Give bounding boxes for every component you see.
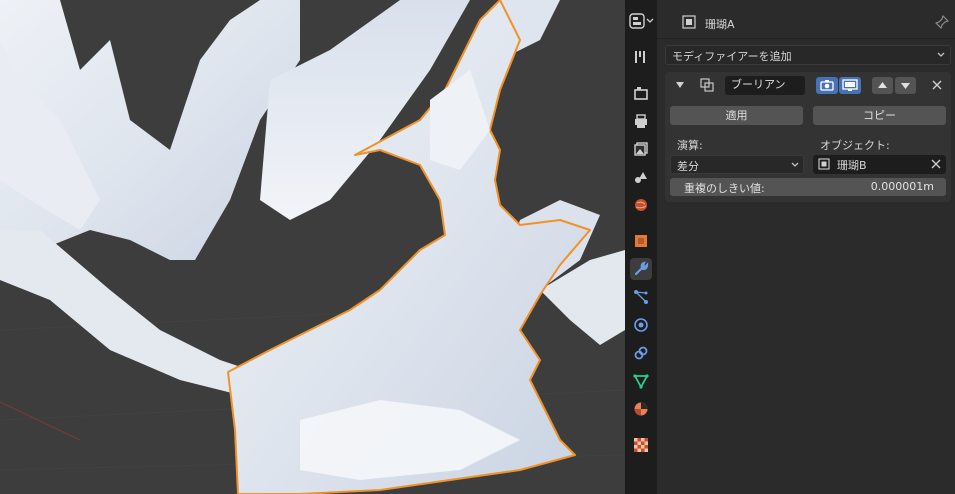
world-tab-icon	[635, 199, 647, 211]
view-layer-tab[interactable]	[630, 138, 652, 160]
threshold-label: 重複のしきい値:	[684, 182, 765, 195]
tool-tab[interactable]	[630, 46, 652, 68]
add-modifier-dropdown[interactable]: モディファイアーを追加	[665, 45, 951, 65]
modifier-tab[interactable]	[630, 258, 652, 280]
move-down-button[interactable]	[895, 77, 916, 94]
object-tab-icon	[635, 235, 647, 247]
physics-tab[interactable]	[630, 314, 652, 336]
boolean-modifier-icon	[700, 78, 714, 95]
data-tab-icon	[633, 374, 649, 389]
move-up-button[interactable]	[872, 77, 893, 94]
close-icon[interactable]	[931, 79, 943, 94]
constraints-tab-icon	[634, 346, 648, 360]
add-modifier-label: モディファイアーを追加	[672, 50, 792, 63]
chevron-down-icon	[790, 160, 800, 173]
camera-icon	[820, 80, 834, 91]
object-tab[interactable]	[630, 230, 652, 252]
modifier-tab-icon	[634, 261, 649, 276]
viewport-scene	[0, 0, 625, 494]
modifier-name-input[interactable]: ブーリアン	[725, 76, 805, 95]
arrow-down-icon	[901, 83, 910, 89]
physics-tab-icon	[634, 318, 648, 332]
monitor-icon	[842, 79, 858, 91]
particles-tab-icon	[634, 290, 648, 304]
apply-button[interactable]: 適用	[670, 106, 803, 125]
properties-panel: 珊瑚A モディファイアーを追加 ブーリアン 適用 コピー 演算: オブジェクト:…	[657, 0, 955, 494]
scene-tab[interactable]	[630, 166, 652, 188]
data-tab[interactable]	[630, 370, 652, 392]
output-tab[interactable]	[630, 110, 652, 132]
world-tab[interactable]	[630, 194, 652, 216]
object-icon	[682, 15, 696, 32]
scene-tab-icon	[635, 172, 647, 183]
chevron-down-icon	[936, 50, 946, 63]
texture-tab-icon	[634, 438, 648, 452]
operation-label: 演算:	[677, 139, 703, 152]
threshold-value: 0.000001m	[870, 180, 934, 193]
modifier-name-text: ブーリアン	[731, 78, 786, 91]
object-value: 珊瑚B	[837, 159, 867, 172]
view-layer-tab-icon	[634, 142, 648, 156]
operation-value: 差分	[677, 160, 699, 173]
collapse-arrow-icon[interactable]	[675, 80, 685, 93]
editor-type-icon	[629, 13, 654, 29]
pin-icon[interactable]	[934, 14, 950, 32]
material-tab[interactable]	[630, 398, 652, 420]
boolean-modifier-panel: ブーリアン 適用 コピー 演算: オブジェクト: 差分 珊瑚B 重複のしきい値:…	[665, 72, 951, 202]
output-tab-icon	[635, 114, 647, 128]
clear-icon[interactable]	[931, 159, 941, 172]
particles-tab[interactable]	[630, 286, 652, 308]
object-label: オブジェクト:	[820, 139, 890, 152]
constraints-tab[interactable]	[630, 342, 652, 364]
3d-viewport[interactable]	[0, 0, 625, 494]
arrow-up-icon	[878, 82, 887, 88]
texture-tab[interactable]	[630, 434, 652, 456]
editor-type-button[interactable]	[628, 10, 656, 32]
panel-header: 珊瑚A	[657, 10, 955, 36]
render-tab-icon	[634, 87, 648, 100]
properties-tabs	[625, 0, 657, 494]
overlap-threshold-field[interactable]: 重複のしきい値: 0.000001m	[670, 178, 946, 196]
render-tab[interactable]	[630, 82, 652, 104]
object-field[interactable]: 珊瑚B	[813, 155, 946, 174]
operation-dropdown[interactable]: 差分	[670, 155, 804, 174]
object-icon	[818, 158, 830, 173]
material-tab-icon	[634, 402, 648, 416]
tool-tab-icon	[635, 51, 645, 63]
render-toggle-button[interactable]	[816, 77, 838, 94]
object-name: 珊瑚A	[705, 18, 735, 31]
viewport-toggle-button[interactable]	[839, 77, 861, 94]
copy-button[interactable]: コピー	[813, 106, 946, 125]
